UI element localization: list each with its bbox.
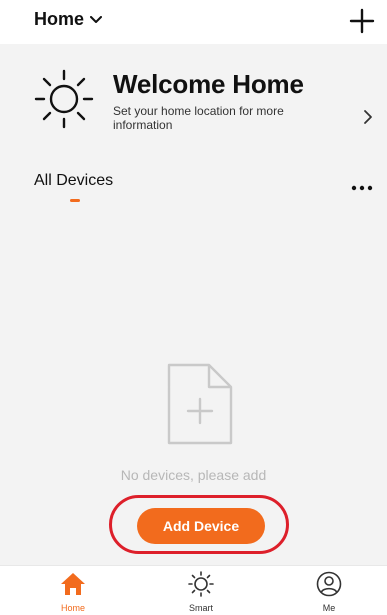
- tab-me-label: Me: [322, 603, 336, 613]
- more-icon[interactable]: [351, 178, 373, 191]
- add-icon[interactable]: [349, 8, 375, 34]
- add-device-button[interactable]: Add Device: [137, 508, 265, 544]
- home-switcher[interactable]: Home: [34, 9, 103, 30]
- empty-state-text: No devices, please add: [120, 467, 267, 483]
- user-icon: [315, 571, 343, 597]
- active-tab-indicator: [70, 199, 80, 202]
- chevron-down-icon: [90, 15, 103, 24]
- tab-me[interactable]: Me: [289, 565, 369, 614]
- welcome-subtitle: Set your home location for more informat…: [113, 104, 284, 132]
- chevron-right-icon[interactable]: [363, 109, 373, 125]
- home-icon: [59, 571, 87, 597]
- tab-smart[interactable]: Smart: [161, 565, 241, 614]
- tab-home[interactable]: Home: [33, 565, 113, 614]
- tab-smart-label: Smart: [188, 603, 213, 613]
- sun-icon: [187, 571, 215, 597]
- empty-file-icon: [165, 361, 235, 447]
- tab-all-devices[interactable]: All Devices: [34, 172, 113, 190]
- sun-icon: [33, 68, 95, 130]
- home-title: Home: [34, 9, 85, 29]
- welcome-title: Welcome Home: [113, 69, 304, 99]
- tab-home-label: Home: [60, 603, 85, 613]
